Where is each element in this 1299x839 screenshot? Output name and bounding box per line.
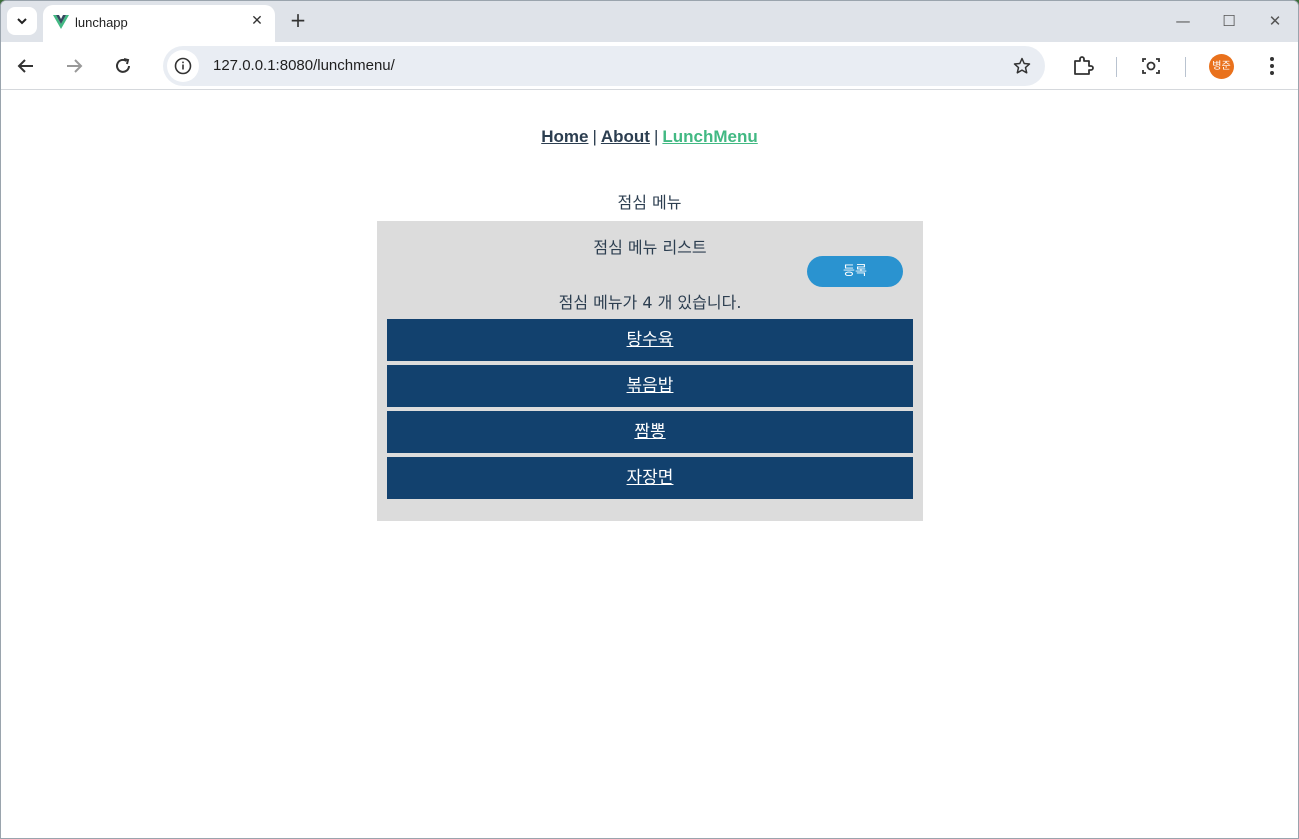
- tab-search-button[interactable]: [7, 7, 37, 35]
- browser-toolbar: 127.0.0.1:8080/lunchmenu/ 병준: [1, 42, 1298, 90]
- profile-avatar[interactable]: 병준: [1209, 54, 1234, 79]
- minimize-icon[interactable]: —: [1173, 11, 1193, 31]
- address-bar[interactable]: 127.0.0.1:8080/lunchmenu/: [163, 46, 1045, 86]
- reload-icon: [116, 58, 130, 73]
- arrow-left-icon: [17, 59, 33, 73]
- extensions-button[interactable]: [1069, 52, 1097, 80]
- panel-title: 점심 메뉴 리스트: [593, 238, 707, 257]
- register-button[interactable]: 등록: [807, 256, 903, 287]
- page-content: Home | About | LunchMenu 점심 메뉴 점심 메뉴 리스트 등록 …: [1, 91, 1298, 838]
- chevron-down-icon: [17, 18, 27, 25]
- menu-list: 탕수육 볶음밥 짬뽕 자장면: [387, 319, 913, 503]
- vue-logo-icon: [53, 15, 69, 29]
- nav-separator: |: [592, 127, 597, 146]
- bookmark-button[interactable]: [1011, 55, 1033, 77]
- kebab-menu-icon: [1270, 57, 1274, 75]
- menu-panel: 점심 메뉴 리스트 등록 점심 메뉴가 4 개 있습니다. 탕수육 볶음밥 짬뽕…: [377, 221, 923, 521]
- puzzle-icon: [1074, 56, 1094, 75]
- page-title: 점심 메뉴: [617, 193, 682, 212]
- nav-link-lunchmenu[interactable]: LunchMenu: [662, 127, 757, 146]
- toolbar-divider: [1116, 57, 1117, 77]
- active-tab[interactable]: lunchapp ✕: [43, 5, 275, 42]
- back-button[interactable]: [12, 52, 40, 80]
- nav-link-about[interactable]: About: [601, 127, 650, 146]
- url-text[interactable]: 127.0.0.1:8080/lunchmenu/: [213, 57, 395, 74]
- browser-window: lunchapp ✕ + — ☐ ✕ 127.0.0.1:8080/lunchm…: [0, 0, 1299, 839]
- screenshot-button[interactable]: [1137, 52, 1165, 80]
- star-icon: [1013, 57, 1031, 74]
- menu-item[interactable]: 자장면: [387, 457, 913, 499]
- menu-item-link[interactable]: 탕수육: [627, 330, 674, 350]
- toolbar-divider: [1185, 57, 1186, 77]
- info-icon: [174, 57, 192, 75]
- menu-item[interactable]: 볶음밥: [387, 365, 913, 407]
- tab-title: lunchapp: [75, 15, 128, 30]
- nav-separator: |: [653, 127, 659, 146]
- tab-strip: lunchapp ✕ + — ☐ ✕: [1, 1, 1298, 42]
- menu-count-text: 점심 메뉴가 4 개 있습니다.: [558, 293, 742, 312]
- new-tab-button[interactable]: +: [287, 9, 309, 31]
- maximize-icon[interactable]: ☐: [1219, 11, 1239, 31]
- top-nav: Home | About | LunchMenu: [1, 127, 1298, 147]
- forward-button[interactable]: [60, 52, 88, 80]
- menu-item[interactable]: 탕수육: [387, 319, 913, 361]
- menu-item-link[interactable]: 볶음밥: [627, 376, 674, 396]
- camera-icon: [1142, 58, 1160, 74]
- reload-button[interactable]: [109, 52, 137, 80]
- arrow-right-icon: [67, 59, 83, 73]
- menu-item-link[interactable]: 짬뽕: [634, 422, 665, 442]
- close-icon[interactable]: ✕: [249, 13, 265, 29]
- menu-item[interactable]: 짬뽕: [387, 411, 913, 453]
- menu-item-link[interactable]: 자장면: [627, 468, 674, 488]
- site-info-button[interactable]: [167, 50, 199, 82]
- window-close-icon[interactable]: ✕: [1265, 11, 1285, 31]
- nav-link-home[interactable]: Home: [541, 127, 588, 146]
- menu-button[interactable]: [1258, 52, 1286, 80]
